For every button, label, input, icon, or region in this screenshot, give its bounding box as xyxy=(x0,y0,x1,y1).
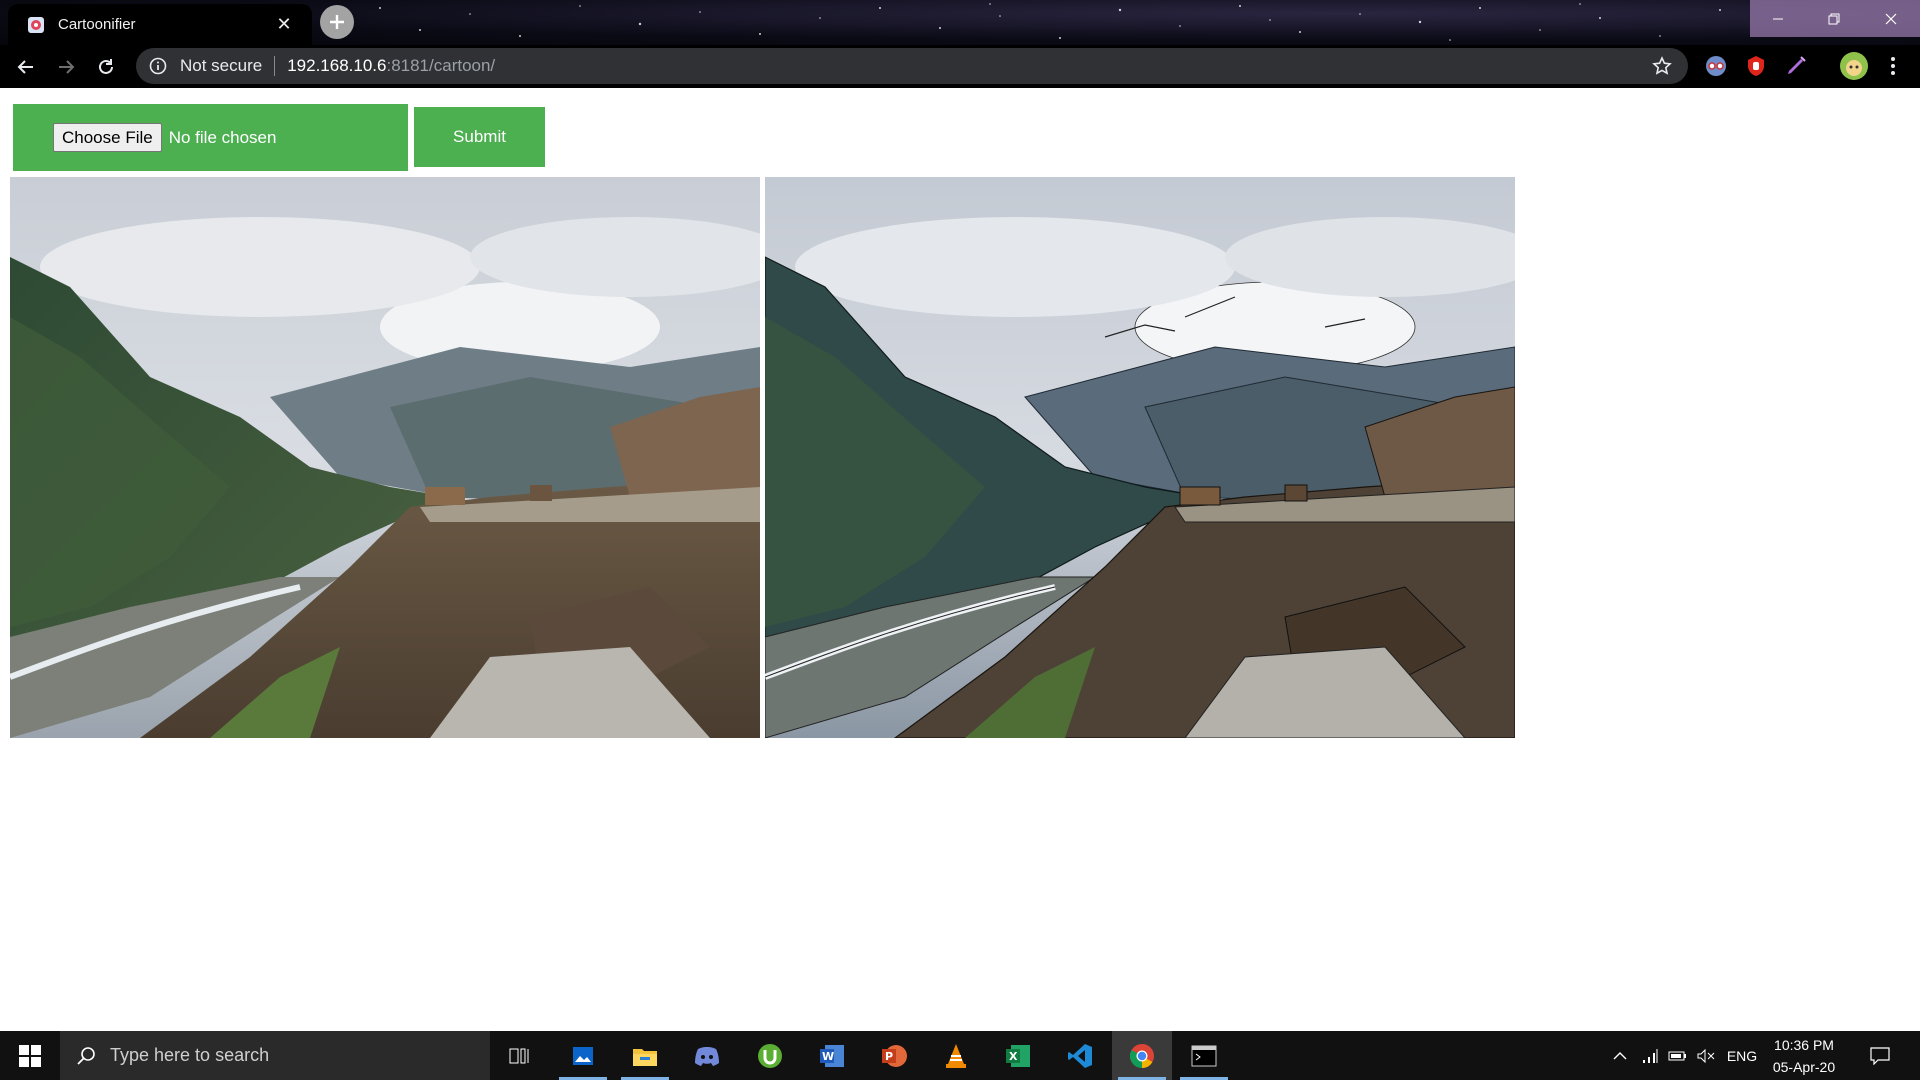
info-icon[interactable] xyxy=(148,56,168,76)
taskbar-search-box[interactable]: Type here to search xyxy=(60,1031,490,1080)
submit-button[interactable]: Submit xyxy=(414,107,545,167)
profile-avatar[interactable] xyxy=(1839,51,1869,81)
photos-icon[interactable] xyxy=(553,1031,613,1080)
url-path: :8181/cartoon/ xyxy=(386,56,496,75)
svg-text:X: X xyxy=(1009,1050,1018,1063)
clock-time: 10:36 PM xyxy=(1774,1036,1834,1053)
taskbar-clock[interactable]: 10:36 PM 05-Apr-20 xyxy=(1762,1031,1846,1080)
browser-tab[interactable]: Cartoonifier ✕ xyxy=(8,4,312,45)
tab-close-icon[interactable]: ✕ xyxy=(274,14,294,35)
extension-glasses-icon[interactable] xyxy=(1703,53,1729,79)
address-divider xyxy=(274,56,276,76)
screen: Cartoonifier ✕ Not secure 192.168.10.6:… xyxy=(0,0,1920,1080)
reload-icon xyxy=(99,59,113,74)
browser-toolbar: Not secure 192.168.10.6:8181/cartoon/ xyxy=(0,45,1920,88)
file-explorer-icon[interactable] xyxy=(615,1031,675,1080)
utorrent-icon[interactable] xyxy=(740,1031,800,1080)
choose-file-button[interactable]: Choose File xyxy=(53,123,162,152)
show-hidden-icons-chevron-icon[interactable] xyxy=(1606,1031,1634,1080)
back-arrow-icon xyxy=(17,60,33,74)
vscode-icon[interactable] xyxy=(1050,1031,1110,1080)
file-status-label: No file chosen xyxy=(168,127,277,147)
forward-arrow-icon xyxy=(59,60,75,74)
start-button[interactable] xyxy=(0,1031,60,1080)
page-content: Choose File No file chosen Submit xyxy=(0,88,1920,1031)
close-icon xyxy=(1885,13,1897,24)
address-bar[interactable]: Not secure 192.168.10.6:8181/cartoon/ xyxy=(136,48,1688,84)
chrome-icon[interactable] xyxy=(1112,1031,1172,1080)
plus-icon xyxy=(330,15,344,29)
volume-muted-icon[interactable] xyxy=(1692,1031,1720,1080)
discord-icon[interactable] xyxy=(677,1031,737,1080)
excel-icon[interactable]: X xyxy=(988,1031,1048,1080)
window-restore-button[interactable] xyxy=(1806,0,1862,37)
original-image xyxy=(10,177,760,738)
powerpoint-icon[interactable]: P xyxy=(864,1031,924,1080)
browser-menu-icon[interactable] xyxy=(1880,53,1906,79)
language-indicator[interactable]: ENG xyxy=(1722,1031,1762,1080)
windows-logo-icon xyxy=(19,1044,41,1067)
security-label[interactable]: Not secure xyxy=(180,56,262,76)
minimize-icon xyxy=(1773,18,1783,19)
forward-button[interactable] xyxy=(50,51,82,83)
restore-icon xyxy=(1828,13,1840,24)
url-host: 192.168.10.6 xyxy=(287,56,387,75)
clock-date: 05-Apr-20 xyxy=(1772,1058,1836,1075)
network-icon[interactable] xyxy=(1636,1031,1664,1080)
svg-text:P: P xyxy=(885,1050,893,1063)
battery-icon[interactable] xyxy=(1664,1031,1692,1080)
extension-hand-icon[interactable] xyxy=(1743,53,1769,79)
window-minimize-button[interactable] xyxy=(1750,0,1806,37)
svg-text:W: W xyxy=(822,1050,834,1063)
search-icon xyxy=(77,1046,95,1065)
reload-button[interactable] xyxy=(90,51,122,83)
search-placeholder: Type here to search xyxy=(110,1045,270,1065)
windows-taskbar: Type here to search W P X ENG 10:36 PM 0… xyxy=(0,1031,1920,1080)
tab-title: Cartoonifier xyxy=(58,16,136,33)
word-icon[interactable]: W xyxy=(802,1031,862,1080)
file-input[interactable]: Choose File No file chosen xyxy=(13,104,408,171)
extension-pen-icon[interactable] xyxy=(1783,53,1809,79)
new-tab-button[interactable] xyxy=(320,5,354,39)
action-center-icon[interactable] xyxy=(1862,1031,1898,1080)
bookmark-star-icon[interactable] xyxy=(1652,56,1672,81)
task-view-icon[interactable] xyxy=(490,1031,550,1080)
window-close-button[interactable] xyxy=(1862,0,1920,37)
vlc-icon[interactable] xyxy=(926,1031,986,1080)
cartoon-image xyxy=(765,177,1515,738)
favicon-icon xyxy=(28,16,44,33)
browser-titlebar: Cartoonifier ✕ xyxy=(0,0,1920,45)
back-button[interactable] xyxy=(10,51,42,83)
terminal-icon[interactable] xyxy=(1174,1031,1234,1080)
